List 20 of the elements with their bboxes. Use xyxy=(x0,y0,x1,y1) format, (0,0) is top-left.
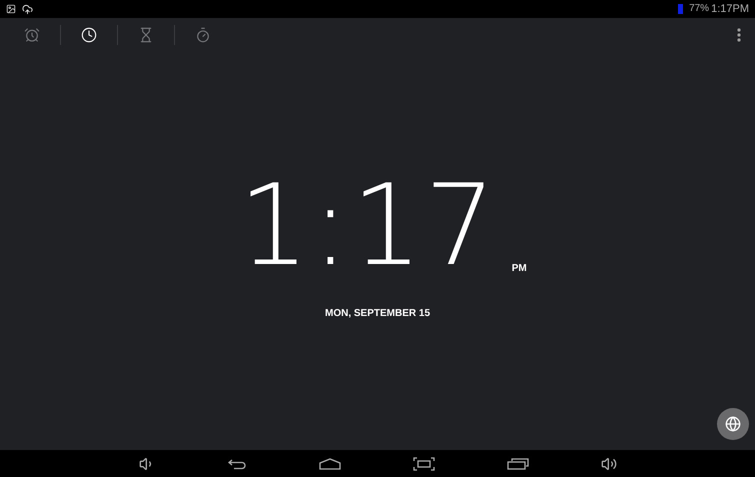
clock-date: MON, SEPTEMBER 15 xyxy=(324,307,430,321)
clock-icon xyxy=(81,27,97,43)
volume-up-icon[interactable] xyxy=(600,456,616,472)
recent-apps-icon[interactable] xyxy=(506,458,528,470)
stopwatch-icon xyxy=(195,27,211,43)
screenshot-icon[interactable] xyxy=(412,456,434,470)
hourglass-icon xyxy=(138,27,154,43)
battery-icon xyxy=(678,4,684,14)
battery-percentage: 77% xyxy=(689,4,710,14)
picture-icon xyxy=(6,4,16,14)
clock-meridiem: PM xyxy=(512,262,527,276)
back-icon[interactable] xyxy=(226,458,246,470)
menu-icon xyxy=(737,28,741,42)
home-icon[interactable] xyxy=(318,458,340,470)
status-time: 1:17PM xyxy=(711,4,749,14)
clock-time: 1:17 xyxy=(238,170,498,282)
world-clock-button[interactable] xyxy=(717,408,749,440)
alarm-clock-icon xyxy=(24,27,40,43)
cloud-upload-icon xyxy=(22,4,33,14)
globe-icon xyxy=(725,416,741,432)
